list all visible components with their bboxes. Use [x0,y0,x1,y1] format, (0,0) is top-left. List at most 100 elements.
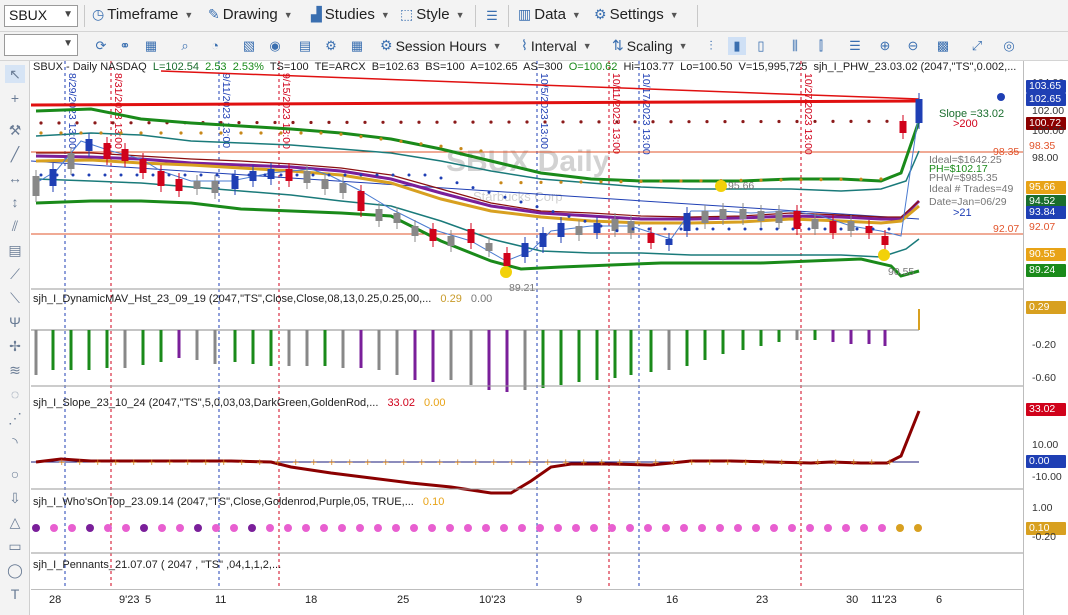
slope-marker: + [220,458,228,468]
layout-icon[interactable]: ☰ [483,7,501,25]
blue-dot [199,173,203,177]
hollow-candle-icon[interactable]: ▯ [752,37,770,55]
zoom-out-icon[interactable]: ⊖ [904,37,922,55]
zoom-icon[interactable]: ⌕ [176,37,194,55]
resistance-dot [705,120,709,124]
triangle-icon[interactable]: △ [5,513,25,531]
picture-icon[interactable]: ▧ [240,37,258,55]
trendline-icon[interactable]: ╱ [5,145,25,163]
time-axis-tick: 11 [215,594,227,606]
fib-icon[interactable]: ▤ [5,241,25,259]
ray-icon[interactable]: ⟋ [5,265,25,283]
candle-icon[interactable]: ▮ [728,37,746,55]
eye-icon[interactable]: ◎ [1000,37,1018,55]
gold-dot [639,179,643,183]
add-chart-icon[interactable]: ⤢ [968,37,986,55]
gann-icon[interactable]: ✢ [5,337,25,355]
chevron-down-icon[interactable]: ▼ [63,38,73,49]
whos-on-top-dot [428,524,436,532]
zoom-in-icon[interactable]: ⊕ [876,37,894,55]
style-button[interactable]: ⬚ Style ▼ [400,6,465,23]
ohlc-icon[interactable]: ⫼ [786,37,804,55]
crosshair-icon[interactable]: + [5,89,25,107]
resistance-dot [111,121,115,125]
gold-dot [599,180,603,184]
drawing-button[interactable]: ✎ Drawing ▼ [208,6,293,23]
resistance-dot [273,120,277,125]
candle-body [267,169,275,179]
refresh-icon[interactable]: ⟳ [92,37,110,55]
whos-on-top-dot [320,524,328,532]
gear-icon[interactable]: ⚙ [322,37,340,55]
gold-dot [439,144,443,148]
session-hours-button[interactable]: ⚙ Session Hours ▼ [380,37,502,54]
swing-marker-2 [878,249,890,261]
layout-icon[interactable]: ☰ [846,37,864,55]
style-icon: ⬚ [400,6,414,22]
regression-icon[interactable]: ≋ [5,361,25,379]
speed-lines-icon[interactable]: ⋰ [5,409,25,427]
blue-dot [871,227,875,231]
time-axis[interactable]: 28 9'23 5 11 18 25 10'23 9 16 23 30 11'23 6 [31,589,1023,615]
vertical-line-icon[interactable]: ↕ [5,193,25,211]
pitchfork-icon[interactable]: Ψ [5,313,25,331]
blue-marker [997,93,1005,101]
gold-dot [679,179,683,183]
chevron-down-icon[interactable]: ▼ [63,9,73,20]
line-tool-icon[interactable]: ⟍ [5,289,25,307]
channel-icon[interactable]: ⫽ [5,217,25,235]
arc-icon[interactable]: ◝ [5,433,25,451]
slope-marker: + [886,458,894,468]
whos-on-top-dot [50,524,58,532]
slope-marker: + [274,458,282,468]
resistance-dot [471,120,475,124]
slope-marker: + [58,458,66,468]
bar-type-icon[interactable]: ⫶ [702,37,720,55]
wrench-icon[interactable]: ⚒ [5,121,25,139]
blue-dot [39,173,43,177]
symbol-input[interactable]: SBUX ▼ [4,5,78,27]
pointer-icon[interactable]: ↖ [5,65,25,83]
interval-button[interactable]: ⌇ Interval ▼ [521,37,592,54]
hlc-icon[interactable]: ⫿ [812,37,830,55]
gold-dot [619,180,623,184]
settings-button[interactable]: ⚙ Settings ▼ [594,6,679,23]
rectangle-icon[interactable]: ▭ [5,537,25,555]
horizontal-line-icon[interactable]: ↔ [5,169,25,187]
price-tag: 92.07 [1026,221,1066,234]
svg-text:90.55: 90.55 [888,266,914,278]
chart-icon[interactable]: ◉ [266,37,284,55]
data-button[interactable]: ▥ Data ▼ [518,6,581,23]
date-label: 9/11/2023 13:00 [220,73,232,148]
blue-dot [71,173,75,177]
scaling-button[interactable]: ⇅ Scaling ▼ [612,37,688,54]
timeframe-button[interactable]: ◷ Timeframe ▼ [92,6,193,23]
blue-dot [631,227,635,231]
price-axis[interactable]: 104.00 103.65 102.65 102.00 100.72 100.0… [1023,61,1068,615]
fit-icon[interactable]: ▩ [934,37,952,55]
studies-button[interactable]: ▟ Studies ▼ [311,6,390,23]
candle-body [139,159,147,173]
link-icon[interactable]: ⚭ [116,37,134,55]
chart-area[interactable]: SBUX Daily Starbucks Corp 8/29/2023 13:0… [30,61,1023,591]
arrow-icon[interactable]: ⇩ [5,489,25,507]
cycle-icon[interactable]: ◌ [5,385,25,403]
candle-body [793,211,801,229]
candle-body [665,239,673,245]
interval-combo[interactable]: ▼ [4,34,78,56]
list-icon[interactable]: ▤ [296,37,314,55]
candle-body [899,121,907,133]
gold-dot [519,181,523,185]
grid-icon[interactable]: ▦ [142,37,160,55]
blue-dot [231,173,235,177]
grid-settings-icon[interactable]: ▦ [348,37,366,55]
candle-body [719,209,727,219]
speed-icon[interactable]: ◔ [206,37,224,55]
slope-marker: + [850,458,858,468]
resistance-dot [543,120,547,124]
blue-dot [519,200,523,204]
ellipse-icon[interactable]: ◯ [5,561,25,579]
text-icon[interactable]: T [5,585,25,603]
gold-dot [359,135,363,139]
circle-icon[interactable]: ○ [5,465,25,483]
